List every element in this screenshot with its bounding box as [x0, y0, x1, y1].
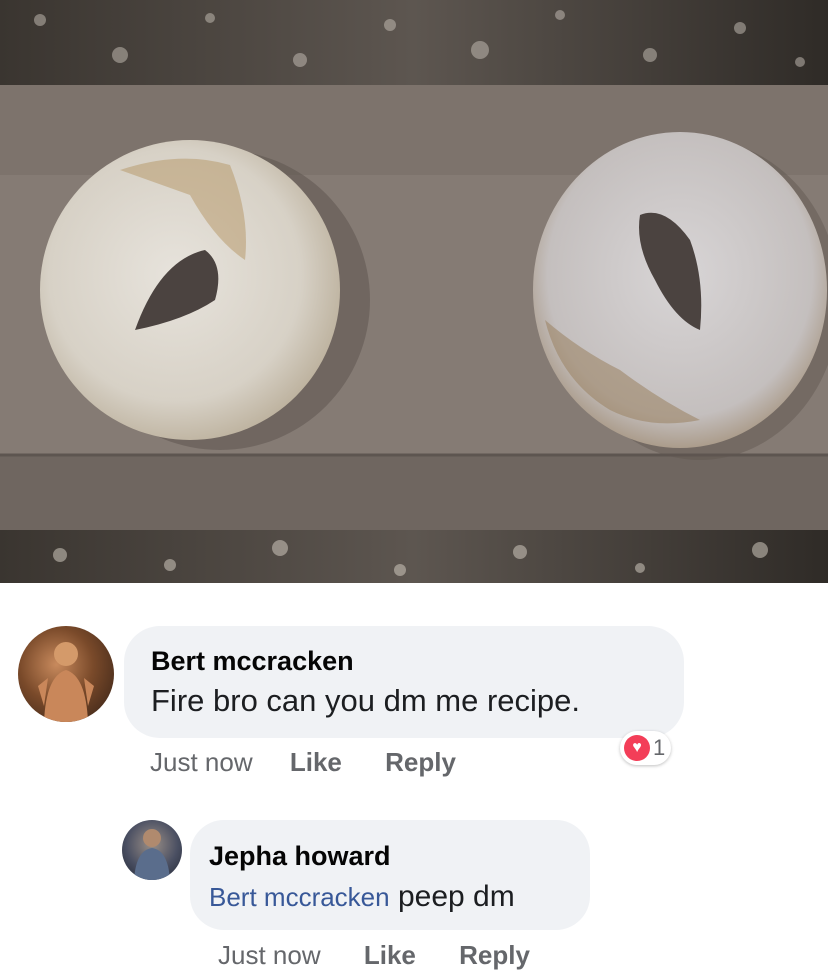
mention-link[interactable]: Bert mccracken — [209, 882, 390, 912]
avatar-photo — [38, 642, 94, 722]
reply-author[interactable]: Jepha howard — [209, 841, 391, 872]
like-button[interactable]: Like — [364, 940, 416, 971]
avatar-photo — [134, 829, 170, 880]
bagels-image — [0, 0, 828, 583]
comment-1: Bert mccracken Fire bro can you dm me re… — [0, 583, 828, 803]
reaction-count: 1 — [653, 735, 666, 760]
reaction-badge[interactable]: ♥ 1 — [620, 731, 672, 765]
reply-button[interactable]: Reply — [459, 940, 530, 971]
avatar[interactable] — [18, 626, 114, 722]
comment-author[interactable]: Bert mccracken — [151, 646, 354, 677]
timestamp[interactable]: Just now — [150, 747, 253, 778]
like-button[interactable]: Like — [290, 747, 342, 778]
comment-actions: Just now Like Reply — [150, 747, 456, 778]
timestamp[interactable]: Just now — [218, 940, 321, 971]
comment-2: Jepha howard Bert mccracken peep dm Just… — [0, 803, 828, 975]
reply-text: Bert mccracken peep dm — [209, 880, 515, 914]
reply-body: peep dm — [389, 880, 515, 913]
post-photo[interactable] — [0, 0, 828, 583]
avatar[interactable] — [122, 820, 182, 880]
reply-actions: Just now Like Reply — [218, 940, 530, 971]
comment-bubble[interactable]: Bert mccracken Fire bro can you dm me re… — [124, 626, 684, 738]
reply-bubble[interactable]: Jepha howard Bert mccracken peep dm — [190, 820, 590, 930]
reply-button[interactable]: Reply — [385, 747, 456, 778]
comment-text: Fire bro can you dm me recipe. — [151, 683, 581, 718]
heart-icon: ♥ — [624, 735, 650, 761]
